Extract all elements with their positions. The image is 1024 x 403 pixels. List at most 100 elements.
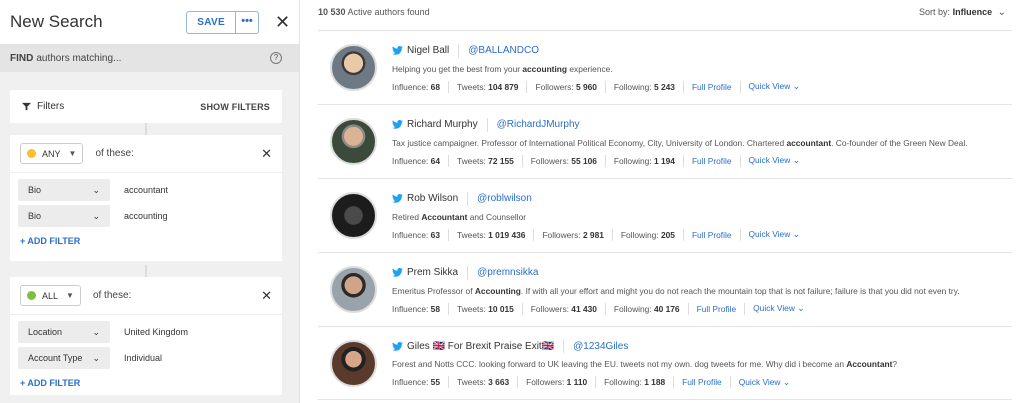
filters-bar[interactable]: Filters SHOW FILTERS (10, 90, 282, 123)
stat-label: Following: (604, 377, 642, 387)
following-stat: Following: 205 (621, 230, 675, 240)
stat-value: 104 879 (488, 81, 519, 92)
filter-field-value: Location (28, 327, 63, 337)
quick-view-button[interactable]: Quick View ⌄ (749, 155, 801, 166)
divider (447, 228, 449, 241)
author-info: Rob Wilson @roblwilson Retired Accountan… (392, 191, 1012, 241)
remove-group-icon[interactable]: ✕ (261, 288, 272, 304)
filter-field-select[interactable]: Bio ⌄ (18, 205, 110, 227)
filter-field-value: Bio (28, 185, 42, 195)
author-handle[interactable]: @roblwilson (477, 193, 532, 204)
bio-text: Tax justice campaigner. Professor of Int… (392, 137, 787, 148)
author-handle[interactable]: @BALLANDCO (468, 45, 539, 56)
stat-label: Tweets: (456, 229, 486, 240)
author-stats: Influence: 64 Tweets: 72 155 Followers: … (392, 154, 1012, 167)
filter-value[interactable]: accountant (124, 185, 168, 195)
bio-text: experience. (567, 63, 613, 74)
bio-text: . Co-founder of the Green New Deal. (831, 137, 968, 148)
avatar[interactable] (330, 266, 377, 313)
author-bio: Retired Accountant and Counsellor (392, 212, 1012, 224)
bio-text: Retired (392, 211, 422, 222)
quick-view-button[interactable]: Quick View ⌄ (749, 81, 801, 92)
author-bio: Helping you get the best from your accou… (392, 64, 1012, 76)
divider (447, 376, 449, 388)
author-bio: Tax justice campaigner. Professor of Int… (392, 138, 1012, 150)
stat-value: 64 (430, 155, 440, 166)
author-handle[interactable]: @1234Giles (573, 341, 628, 352)
divider (486, 117, 488, 132)
filter-value[interactable]: United Kingdom (124, 327, 188, 337)
avatar[interactable] (330, 44, 377, 91)
quick-view-button[interactable]: Quick View ⌄ (749, 229, 801, 240)
close-icon[interactable]: ✕ (275, 12, 290, 33)
operator-color-dot (27, 291, 36, 300)
avatar[interactable] (330, 118, 377, 165)
followers-stat: Followers: 1 110 (526, 377, 587, 387)
filter-field-select[interactable]: Location ⌄ (18, 321, 110, 343)
quick-view-button[interactable]: Quick View ⌄ (739, 377, 791, 388)
sort-dropdown[interactable]: Sort by: Influence ⌄ (919, 7, 1006, 18)
stat-label: Tweets: (456, 303, 486, 314)
bio-text: Helping you get the best from your (392, 63, 523, 74)
divider (604, 302, 606, 315)
author-name[interactable]: Richard Murphy (407, 119, 478, 130)
operator-select[interactable]: ALL ▼ (20, 285, 81, 306)
avatar[interactable] (330, 339, 377, 387)
twitter-icon (392, 46, 403, 55)
filter-value[interactable]: Individual (124, 353, 162, 363)
divider (517, 376, 519, 388)
results-count: 10 530 Active authors found (318, 7, 919, 17)
quick-view-label: Quick View (753, 303, 795, 313)
divider (673, 376, 675, 388)
sort-value: Influence (952, 6, 993, 17)
show-filters-button[interactable]: SHOW FILTERS (200, 102, 270, 112)
save-button[interactable]: SAVE (187, 11, 236, 33)
stat-label: Followers: (535, 81, 574, 92)
filter-field-select[interactable]: Account Type ⌄ (18, 347, 110, 369)
add-filter-button[interactable]: + ADD FILTER (10, 229, 282, 253)
author-name[interactable]: Nigel Ball (407, 45, 449, 56)
filter-value[interactable]: accounting (124, 211, 168, 221)
stat-value: 5 960 (575, 81, 597, 92)
filter-field-select[interactable]: Bio ⌄ (18, 179, 110, 201)
bio-text: Forest and Notts CCC. looking forward to… (392, 359, 847, 369)
full-profile-link[interactable]: Full Profile (682, 377, 722, 387)
results-count-number: 10 530 (318, 7, 346, 17)
avatar[interactable] (330, 192, 377, 239)
divider (458, 43, 460, 58)
author-stats: Influence: 68 Tweets: 104 879 Followers:… (392, 80, 1012, 93)
author-name[interactable]: Prem Sikka (407, 267, 458, 278)
operator-select[interactable]: ANY ▼ (20, 143, 84, 164)
author-name[interactable]: Rob Wilson (407, 193, 458, 204)
author-bio: Emeritus Professor of Accounting. If wit… (392, 286, 1012, 298)
divider (467, 191, 469, 206)
full-profile-link[interactable]: Full Profile (692, 230, 732, 240)
author-card: Richard Murphy @RichardJMurphy Tax justi… (318, 104, 1012, 178)
quick-view-button[interactable]: Quick View ⌄ (753, 303, 805, 314)
connector-line (145, 265, 147, 277)
author-name[interactable]: Giles 🇬🇧 For Brexit Praise Exit🇬🇧 (407, 341, 554, 352)
author-handle[interactable]: @RichardJMurphy (497, 119, 580, 130)
divider (526, 80, 528, 93)
divider (447, 80, 449, 93)
followers-stat: Followers: 55 106 (531, 156, 597, 166)
add-filter-button[interactable]: + ADD FILTER (10, 371, 282, 395)
more-options-button[interactable]: ••• (236, 12, 258, 33)
twitter-icon (392, 120, 403, 129)
tweets-stat: Tweets: 104 879 (457, 82, 518, 92)
full-profile-link[interactable]: Full Profile (692, 82, 732, 92)
divider (682, 228, 684, 241)
help-icon[interactable]: ? (270, 52, 282, 64)
quick-view-label: Quick View (748, 81, 791, 91)
page-title: New Search (10, 12, 103, 31)
divider (521, 302, 523, 315)
influence-stat: Influence: 55 (392, 377, 440, 387)
full-profile-link[interactable]: Full Profile (692, 156, 732, 166)
filter-group-header: ANY ▼ of these: ✕ (10, 135, 282, 173)
stat-value: 1 019 436 (488, 229, 526, 240)
stat-value: 5 243 (653, 81, 675, 92)
stat-value: 1 188 (644, 377, 666, 387)
remove-group-icon[interactable]: ✕ (261, 146, 272, 162)
author-handle[interactable]: @premnsikka (477, 267, 538, 278)
full-profile-link[interactable]: Full Profile (697, 304, 737, 314)
